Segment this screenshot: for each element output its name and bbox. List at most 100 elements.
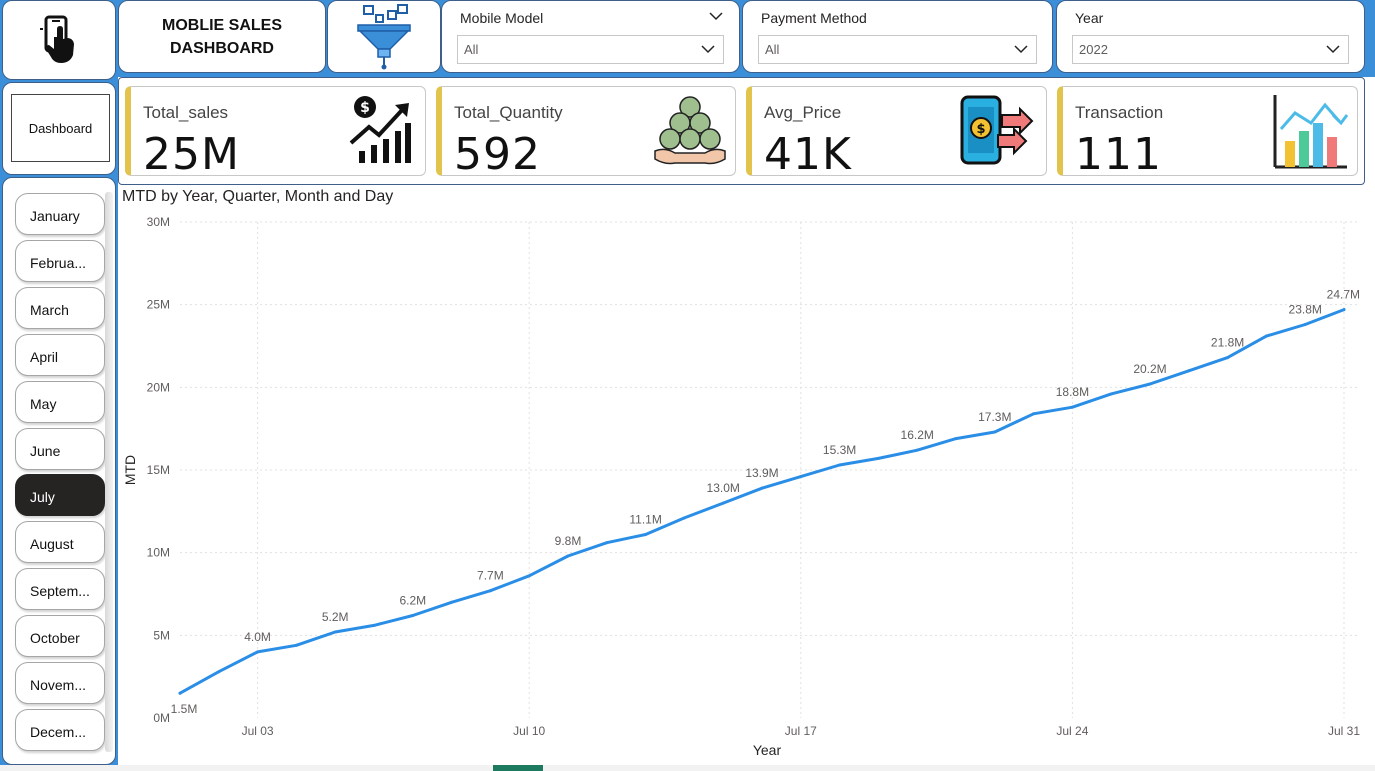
kpi-label: Avg_Price xyxy=(764,103,842,122)
month-button-august[interactable]: August xyxy=(15,521,105,563)
slicer-year[interactable]: Year 2022 xyxy=(1056,0,1365,73)
y-tick-label: 15M xyxy=(147,463,170,477)
data-label: 15.3M xyxy=(823,443,856,457)
kpi-value: 592 xyxy=(454,129,541,180)
x-tick-label: Jul 17 xyxy=(785,724,817,738)
chevron-down-icon xyxy=(1014,45,1028,54)
data-point xyxy=(760,486,764,490)
kpi-value: 25M xyxy=(143,129,240,180)
y-tick-label: 10M xyxy=(147,546,170,560)
data-point xyxy=(799,475,803,479)
month-button-september[interactable]: Septem... xyxy=(15,568,105,610)
nav-dashboard-panel: Dashboard xyxy=(2,82,116,175)
y-tick-label: 30M xyxy=(147,215,170,229)
data-point xyxy=(333,630,337,634)
kpi-card-total-sales: Total_sales 25M $ xyxy=(125,86,426,180)
chevron-up-icon[interactable] xyxy=(709,11,723,21)
month-button-march[interactable]: March xyxy=(15,287,105,329)
data-point xyxy=(1070,405,1074,409)
data-label: 23.8M xyxy=(1289,303,1322,317)
y-tick-label: 20M xyxy=(147,380,170,394)
data-point xyxy=(1226,356,1230,360)
data-point xyxy=(1303,323,1307,327)
chart-svg: 0M 5M 10M 15M 20M 25M 30M Jul 03 Jul 10 Jul 17 Jul… xyxy=(122,215,1360,758)
month-button-june[interactable]: June xyxy=(15,428,105,470)
x-tick-label: Jul 31 xyxy=(1328,724,1360,738)
data-point xyxy=(954,437,958,441)
month-button-december[interactable]: Decem... xyxy=(15,709,105,751)
month-button-january[interactable]: January xyxy=(15,193,105,235)
kpi-value: 111 xyxy=(1075,129,1162,180)
dropdown-value: All xyxy=(765,42,780,57)
month-button-november[interactable]: Novem... xyxy=(15,662,105,704)
data-label: 18.8M xyxy=(1056,385,1089,399)
filter-panel[interactable] xyxy=(327,0,441,73)
chevron-down-icon xyxy=(1326,45,1340,54)
year-dropdown[interactable]: 2022 xyxy=(1072,35,1349,64)
active-page-tab[interactable] xyxy=(493,765,543,771)
mobile-model-dropdown[interactable]: All xyxy=(457,35,724,64)
x-tick-label: Jul 10 xyxy=(513,724,545,738)
data-label: 9.8M xyxy=(555,534,582,548)
data-label: 13.0M xyxy=(707,481,740,495)
data-label: 6.2M xyxy=(399,593,426,607)
x-tick-label: Jul 24 xyxy=(1056,724,1088,738)
data-point xyxy=(256,650,260,654)
data-point xyxy=(1342,308,1346,312)
data-point xyxy=(838,463,842,467)
month-button-april[interactable]: April xyxy=(15,334,105,376)
data-point xyxy=(721,501,725,505)
data-point xyxy=(1264,334,1268,338)
dropdown-value: All xyxy=(464,42,479,57)
scrollbar[interactable] xyxy=(105,192,113,752)
data-point xyxy=(411,613,415,617)
month-button-october[interactable]: October xyxy=(15,615,105,657)
data-point xyxy=(488,589,492,593)
coins-hand-icon xyxy=(654,96,726,165)
page-tab-strip xyxy=(0,765,1375,771)
slicer-mobile-model[interactable]: Mobile Model All xyxy=(441,0,740,73)
data-label: 1.5M xyxy=(171,702,198,716)
data-label: 24.7M xyxy=(1327,288,1360,302)
kpi-card-transaction: Transaction 111 xyxy=(1057,86,1358,180)
month-button-february[interactable]: Februa... xyxy=(15,240,105,282)
data-point xyxy=(876,456,880,460)
month-button-may[interactable]: May xyxy=(15,381,105,423)
logo-panel xyxy=(2,0,116,80)
slicer-payment-method[interactable]: Payment Method All xyxy=(742,0,1053,73)
data-point xyxy=(178,691,182,695)
data-label: 7.7M xyxy=(477,569,504,583)
data-label: 5.2M xyxy=(322,610,349,624)
data-point xyxy=(1187,369,1191,373)
data-point xyxy=(1148,382,1152,386)
data-point xyxy=(915,448,919,452)
chevron-down-icon xyxy=(701,45,715,54)
mobile-touch-icon xyxy=(40,15,74,63)
month-button-july[interactable]: July xyxy=(15,474,105,516)
x-axis-title: Year xyxy=(753,742,782,758)
data-point xyxy=(217,670,221,674)
y-axis-title: MTD xyxy=(122,455,138,485)
svg-text:$: $ xyxy=(360,100,370,116)
data-label: 20.2M xyxy=(1133,362,1166,376)
kpi-label: Transaction xyxy=(1075,103,1164,122)
slicer-title: Payment Method xyxy=(761,10,867,26)
payment-method-dropdown[interactable]: All xyxy=(758,35,1037,64)
month-slicer: January Februa... March April May June J… xyxy=(2,177,116,765)
y-tick-label: 25M xyxy=(147,298,170,312)
dashboard-button[interactable]: Dashboard xyxy=(11,94,110,162)
data-point xyxy=(294,643,298,647)
data-point xyxy=(644,532,648,536)
y-tick-label: 0M xyxy=(153,711,170,725)
data-point xyxy=(1032,412,1036,416)
data-label: 11.1M xyxy=(629,512,661,526)
kpi-card-total-quantity: Total_Quantity 592 xyxy=(436,86,736,180)
sales-growth-icon: $ xyxy=(349,96,411,163)
kpi-card-avg-price: Avg_Price 41K $ xyxy=(746,86,1047,180)
dashboard-title: MOBLIE SALES DASHBOARD xyxy=(118,0,326,73)
kpi-label: Total_sales xyxy=(143,103,229,122)
data-label: 4.0M xyxy=(244,630,271,644)
y-tick-label: 5M xyxy=(153,628,170,642)
data-point xyxy=(566,554,570,558)
data-point xyxy=(1109,392,1113,396)
